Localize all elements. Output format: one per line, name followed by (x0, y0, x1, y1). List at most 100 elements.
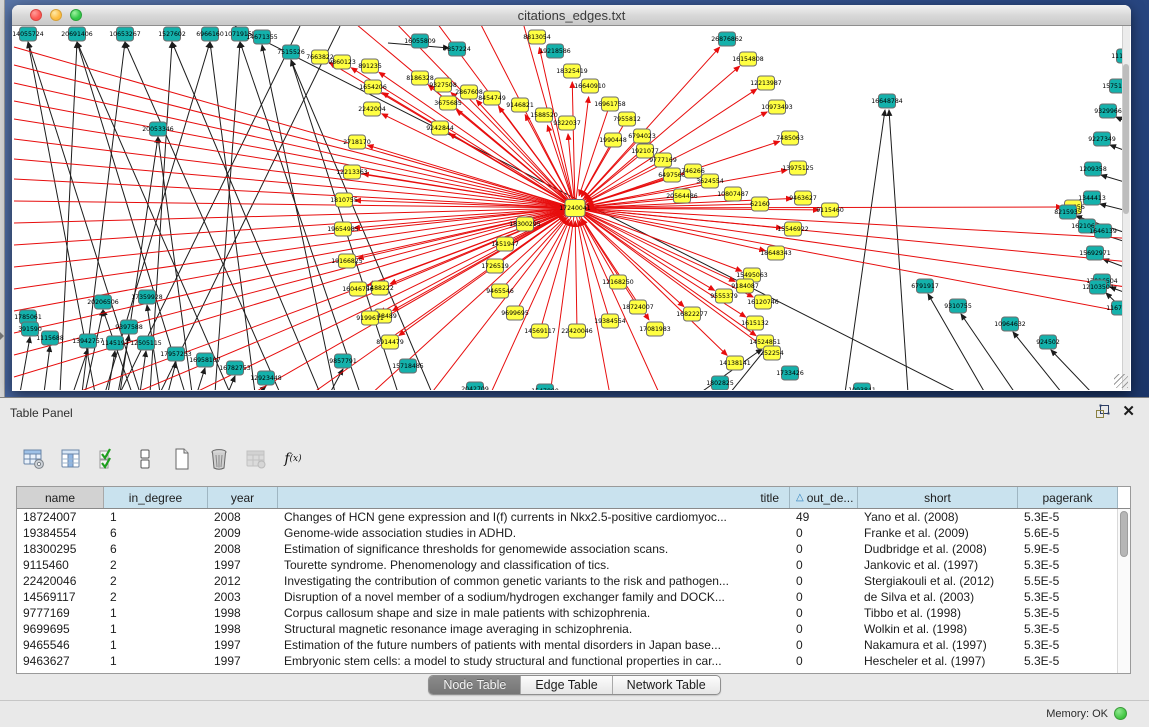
graph-node-label: 9397588 (115, 324, 143, 331)
graph-node-label: 1209358 (1079, 166, 1107, 173)
table-cell-out_degree: 49 (790, 510, 858, 524)
table-scrollbar[interactable] (1117, 509, 1130, 674)
table-cell-in_degree: 1 (104, 654, 208, 668)
graph-edge (575, 208, 1130, 289)
table-cell-year: 2012 (208, 574, 278, 588)
tab-node-table[interactable]: Node Table (429, 676, 521, 694)
select-all-icon[interactable] (96, 447, 120, 471)
table-cell-pagerank: 5.3E-5 (1018, 510, 1118, 524)
column-header-title[interactable]: title (278, 487, 790, 508)
unmerge-icon[interactable] (133, 447, 157, 471)
desktop-background: citations_edges.txt 16154808122139871097… (0, 0, 1149, 397)
column-header-label: pagerank (1042, 491, 1092, 505)
memory-status-indicator[interactable] (1114, 707, 1127, 720)
column-header-year[interactable]: year (208, 487, 278, 508)
network-canvas[interactable]: 1615480812213987109734937485063139751259… (13, 26, 1130, 390)
table-row[interactable]: 2242004622012Investigating the contribut… (17, 573, 1130, 589)
column-header-name[interactable]: name (17, 487, 104, 508)
graph-node-label: 16782753 (219, 365, 251, 372)
select-column-icon[interactable] (59, 447, 83, 471)
table-row[interactable]: 911546021997Tourette syndrome. Phenomeno… (17, 557, 1130, 573)
column-header-out_degree[interactable]: △out_de... (790, 487, 858, 508)
tab-edge-table[interactable]: Edge Table (521, 676, 612, 694)
window-resize-grip[interactable] (1114, 374, 1128, 388)
table-body: 1872400712008Changes of HCN gene express… (17, 509, 1130, 669)
delete-table-icon[interactable] (207, 447, 231, 471)
table-row[interactable]: 946554611997Estimation of the future num… (17, 637, 1130, 653)
tab-network-table[interactable]: Network Table (613, 676, 720, 694)
graph-edge (140, 351, 146, 390)
table-cell-pagerank: 5.5E-5 (1018, 574, 1118, 588)
graph-node-label: 1802825 (706, 380, 734, 387)
table-row[interactable]: 1456911722003Disruption of a novel membe… (17, 589, 1130, 605)
graph-node-label: 9329966 (1094, 108, 1122, 115)
table-cell-name: 9777169 (17, 606, 104, 620)
graph-node-label: 16958107 (189, 357, 221, 364)
table-settings-icon[interactable] (22, 447, 46, 471)
graph-node-label: 1527602 (158, 31, 186, 38)
table-scroll-thumb[interactable] (1120, 511, 1128, 557)
table-cell-title: Disruption of a novel member of a sodium… (278, 590, 790, 604)
graph-edge (108, 351, 115, 390)
graph-node-label: 9199611 (356, 315, 384, 322)
column-header-in_degree[interactable]: in_degree (104, 487, 208, 508)
graph-node-label: 9465546 (486, 288, 514, 295)
delete-column-icon-disabled (244, 447, 268, 471)
graph-node-label: 1733426 (776, 370, 804, 377)
canvas-scroll-thumb[interactable] (1123, 64, 1129, 214)
table-cell-short: Franke et al. (2009) (858, 526, 1018, 540)
table-row[interactable]: 969969511998Structural magnetic resonanc… (17, 621, 1130, 637)
table-row[interactable]: 977716911998Corpus callosum shape and si… (17, 605, 1130, 621)
new-table-icon[interactable] (170, 447, 194, 471)
table-row[interactable]: 1830029562008Estimation of significance … (17, 541, 1130, 557)
table-cell-title: Tourette syndrome. Phenomenology and cla… (278, 558, 790, 572)
graph-node-label: 9242844 (426, 125, 454, 132)
graph-edge (228, 376, 235, 390)
graph-node-label: 14138141 (719, 360, 751, 367)
table-row[interactable]: 1938455462009Genome-wide association stu… (17, 525, 1130, 541)
graph-node-label: 9327508 (429, 82, 457, 89)
float-panel-icon[interactable] (1095, 404, 1110, 419)
graph-node-label: 8914479 (376, 339, 404, 346)
graph-node-label: 7955812 (613, 116, 641, 123)
table-cell-out_degree: 0 (790, 526, 858, 540)
table-row[interactable]: 946362711997Embryonic stem cells: a mode… (17, 653, 1130, 669)
graph-node-label: 9777169 (649, 157, 677, 164)
table-cell-pagerank: 5.9E-5 (1018, 542, 1118, 556)
table-cell-out_degree: 0 (790, 590, 858, 604)
graph-edge (889, 110, 908, 390)
graph-node-label: 19166825 (331, 258, 363, 265)
graph-node-label: 746266 (681, 168, 705, 175)
graph-node-label: 1990448 (599, 137, 627, 144)
graph-node-label: 1451947 (491, 241, 519, 248)
table-cell-name: 9699695 (17, 622, 104, 636)
table-cell-title: Estimation of the future numbers of pati… (278, 638, 790, 652)
table-cell-out_degree: 0 (790, 542, 858, 556)
table-cell-in_degree: 2 (104, 590, 208, 604)
table-row[interactable]: 1872400712008Changes of HCN gene express… (17, 509, 1130, 525)
graph-node-label: 6791917 (911, 283, 939, 290)
splitter-collapse-icon[interactable] (0, 332, 4, 340)
graph-node-label: 7485063 (776, 135, 804, 142)
window-titlebar[interactable]: citations_edges.txt (12, 5, 1131, 26)
table-cell-name: 9465546 (17, 638, 104, 652)
close-panel-icon[interactable]: ✕ (1122, 405, 1135, 419)
column-header-label: out_de... (807, 491, 854, 505)
table-cell-in_degree: 2 (104, 574, 208, 588)
table-cell-in_degree: 1 (104, 606, 208, 620)
canvas-scrollbar[interactable] (1122, 26, 1130, 390)
window-title: citations_edges.txt (12, 8, 1131, 23)
graph-node-label: 7515526 (277, 49, 305, 56)
column-header-short[interactable]: short (858, 487, 1018, 508)
table-panel: Table Panel ✕ (0, 397, 1149, 727)
graph-node-label: 12505115 (130, 340, 162, 347)
column-header-pagerank[interactable]: pagerank (1018, 487, 1118, 508)
graph-node-label: 9310755 (944, 303, 972, 310)
table-cell-name: 14569117 (17, 590, 104, 604)
graph-edge (581, 140, 613, 197)
table-header-row: namein_degreeyeartitle△out_de...short pag… (17, 487, 1130, 509)
network-graph: 1615480812213987109734937485063139751259… (13, 26, 1130, 390)
table-cell-name: 18300295 (17, 542, 104, 556)
function-builder-icon[interactable]: f(x) (281, 447, 305, 471)
table-tabbar: Node Table Edge Table Network Table (0, 675, 1149, 695)
